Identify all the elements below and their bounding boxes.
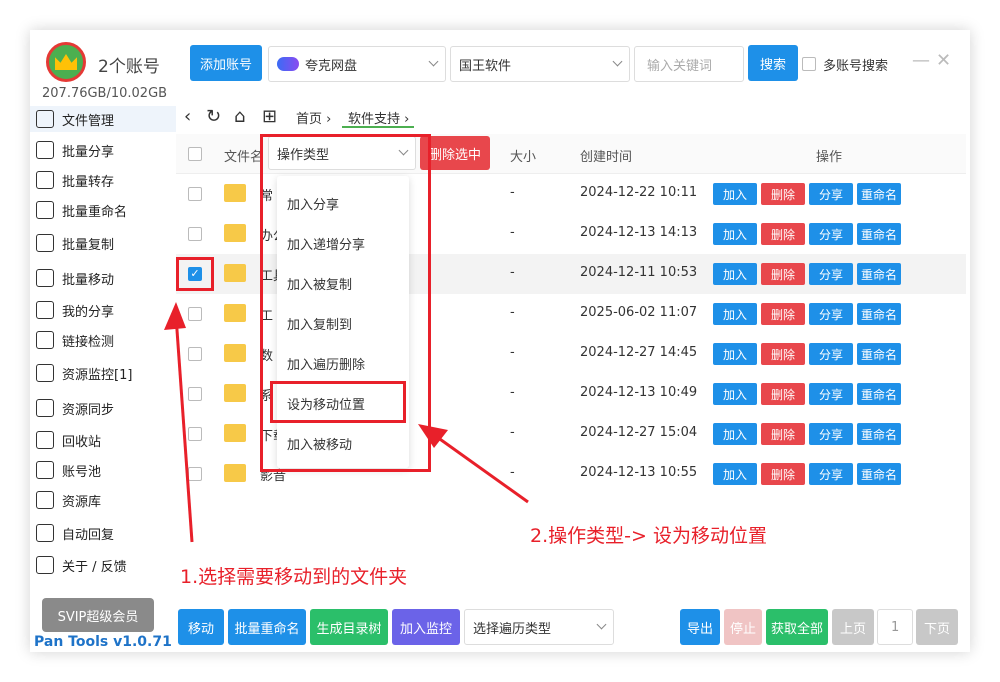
arrow-head-1	[164, 302, 186, 330]
add-monitor-button[interactable]: 加入监控	[392, 609, 460, 645]
fetch-all-button[interactable]: 获取全部	[766, 609, 828, 645]
prev-page-button[interactable]: 上页	[832, 609, 874, 645]
traverse-type-value: 选择遍历类型	[473, 621, 552, 637]
annotation-step2: 2.操作类型-> 设为移动位置	[530, 525, 767, 547]
arrow-line-2	[429, 430, 529, 504]
generate-tree-button[interactable]: 生成目录树	[310, 609, 388, 645]
app-window: 2个账号 207.76GB/10.02GB 添加账号 夸克网盘 国王软件 输入关…	[30, 30, 970, 652]
chevron-down-icon	[596, 619, 607, 630]
annotation-arrows	[164, 302, 529, 543]
page-number-input[interactable]: 1	[877, 609, 913, 645]
arrow-line-1	[174, 315, 194, 543]
traverse-type-select[interactable]: 选择遍历类型	[464, 609, 614, 645]
move-button[interactable]: 移动	[178, 609, 224, 645]
export-button[interactable]: 导出	[680, 609, 720, 645]
arrow-head-2	[418, 424, 448, 448]
stop-button[interactable]: 停止	[724, 609, 762, 645]
batch-rename-button[interactable]: 批量重命名	[228, 609, 306, 645]
annotation-step1: 1.选择需要移动到的文件夹	[180, 566, 408, 588]
next-page-button[interactable]: 下页	[916, 609, 958, 645]
